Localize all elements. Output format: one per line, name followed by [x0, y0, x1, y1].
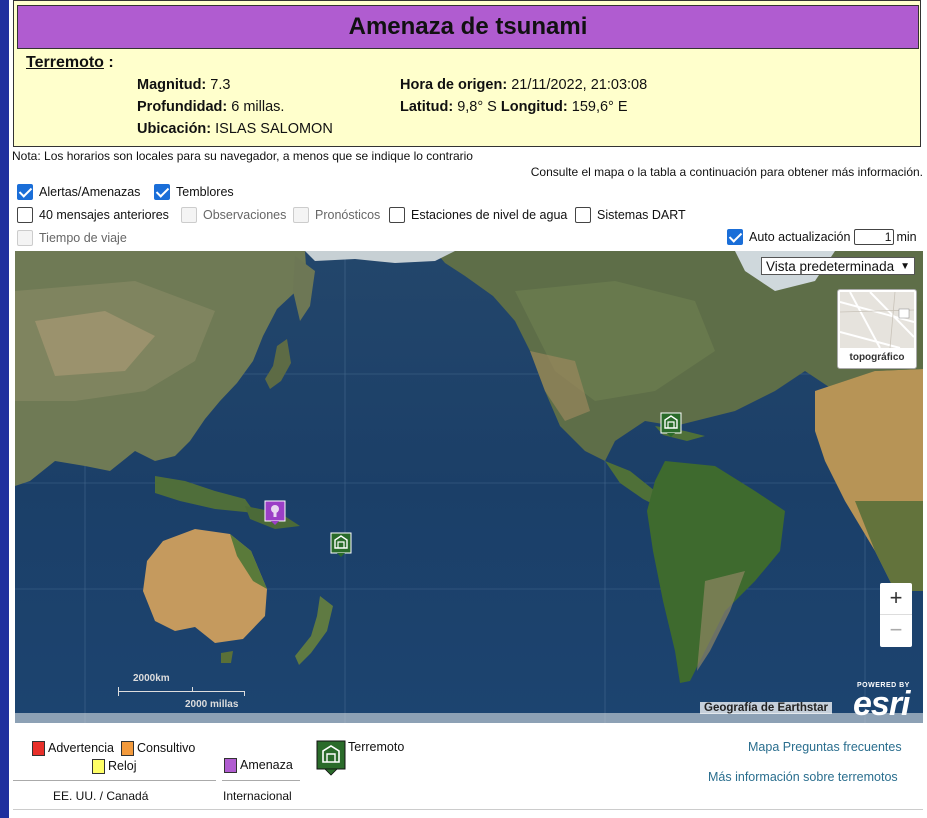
option-dart[interactable]: Sistemas DART [575, 207, 686, 223]
observations-label: Observaciones [203, 208, 287, 222]
legend-watch: Reloj [92, 759, 137, 775]
zoom-in-button[interactable]: + [880, 583, 912, 614]
page-title: Amenaza de tsunami [17, 5, 919, 49]
map-view-select-value: Vista predeterminada [766, 259, 895, 274]
timezone-note: Nota: Los horarios son locales para su n… [12, 149, 473, 163]
refresh-interval-input[interactable]: 1 [854, 229, 895, 245]
event-type-suffix: : [103, 54, 114, 71]
quakes-checkbox[interactable] [154, 184, 170, 200]
earthquake-legend-label: Terremoto [348, 740, 405, 754]
threat-swatch [224, 758, 237, 774]
option-water-stations[interactable]: Estaciones de nivel de agua [389, 207, 567, 223]
forecasts-label: Pronósticos [315, 208, 381, 222]
location-value: ISLAS SALOMON [215, 121, 333, 137]
magnitude-label: Magnitud: [137, 77, 207, 93]
earthquake-marker-icon [660, 412, 682, 437]
warning-swatch [32, 741, 45, 757]
scale-mi: 2000 millas [185, 699, 239, 710]
zoom-out-button[interactable]: − [880, 614, 912, 646]
earthquake-marker-icon [330, 532, 352, 557]
legend-advisory: Consultivo [121, 741, 196, 757]
legend-group-intl: Internacional [223, 789, 292, 803]
zoom-control: + − [880, 583, 912, 647]
earthquake-legend-icon [316, 740, 346, 776]
latitude-label: Latitud: [400, 99, 454, 115]
legend-warning: Advertencia [32, 741, 115, 757]
location-row: Ubicación: ISLAS SALOMON [137, 121, 333, 137]
option-forecasts: Pronósticos [293, 207, 380, 223]
water-stations-label: Estaciones de nivel de agua [411, 208, 568, 222]
dart-checkbox[interactable] [575, 207, 591, 223]
map-attribution: Geografía de Earthstar [700, 702, 832, 714]
advisory-swatch [121, 741, 134, 757]
travel-time-label: Tiempo de viaje [39, 231, 127, 245]
option-prev-messages[interactable]: 40 mensajes anteriores [17, 207, 169, 223]
option-observations: Observaciones [181, 207, 286, 223]
basemap-thumbnail [840, 292, 914, 348]
option-alerts[interactable]: Alertas/Amenazas [17, 184, 140, 200]
travel-time-checkbox [17, 230, 33, 246]
depth-row: Profundidad: 6 millas. [137, 99, 284, 115]
event-type-text: Terremoto [26, 54, 104, 71]
water-stations-checkbox[interactable] [389, 207, 405, 223]
world-map-imagery [15, 251, 923, 723]
chevron-down-icon: ▼ [900, 261, 910, 272]
dart-label: Sistemas DART [597, 208, 686, 222]
faq-link[interactable]: Mapa Preguntas frecuentes [748, 740, 902, 754]
auto-refresh-checkbox[interactable] [727, 229, 743, 245]
latitude-value: 9,8° S [457, 99, 497, 115]
coordinates-row: Latitud: 9,8° S Longitud: 159,6° E [400, 99, 628, 115]
basemap-toggle[interactable]: topográfico [837, 289, 917, 369]
advisory-label: Consultivo [137, 741, 196, 755]
watch-swatch [92, 759, 105, 775]
magnitude-value: 7.3 [210, 77, 231, 93]
warning-label: Advertencia [48, 741, 115, 755]
legend-divider-intl [222, 780, 300, 781]
option-auto-refresh[interactable]: Auto actualización 1 min [727, 229, 917, 245]
map-legend: Advertencia Consultivo Reloj Amenaza EE.… [9, 724, 927, 818]
legend-earthquake [316, 740, 346, 776]
consult-note: Consulte el mapa o la tabla a continuaci… [530, 165, 923, 179]
scale-km: 2000km [133, 673, 170, 684]
threat-marker-icon [264, 500, 286, 525]
legend-bottom-divider [13, 809, 923, 810]
legend-threat: Amenaza [224, 758, 293, 774]
basemap-label: topográfico [849, 352, 905, 363]
esri-logo[interactable]: esri [853, 685, 910, 723]
map-view-select[interactable]: Vista predeterminada ▼ [761, 257, 915, 275]
alerts-label: Alertas/Amenazas [39, 185, 141, 199]
depth-label: Profundidad: [137, 99, 228, 115]
alerts-checkbox[interactable] [17, 184, 33, 200]
depth-value: 6 millas. [231, 99, 285, 115]
location-label: Ubicación: [137, 121, 212, 137]
map-view[interactable]: Vista predeterminada ▼ topográfico + − 2… [15, 251, 923, 723]
origin-time-row: Hora de origen: 21/11/2022, 21:03:08 [400, 77, 647, 93]
quakes-label: Temblores [176, 185, 234, 199]
origin-time-label: Hora de origen: [400, 77, 508, 93]
option-quakes[interactable]: Temblores [154, 184, 234, 200]
watch-label: Reloj [108, 759, 137, 773]
origin-time-value: 21/11/2022, 21:03:08 [511, 77, 648, 93]
prev-messages-label: 40 mensajes anteriores [39, 208, 169, 222]
longitude-value: 159,6° E [571, 99, 628, 115]
auto-refresh-label: Auto actualización [749, 230, 851, 244]
magnitude-row: Magnitud: 7.3 [137, 77, 230, 93]
more-info-link[interactable]: Más información sobre terremotos [708, 770, 898, 784]
option-travel-time: Tiempo de viaje [17, 230, 127, 246]
prev-messages-checkbox[interactable] [17, 207, 33, 223]
event-summary-panel: Amenaza de tsunami Terremoto : Magnitud:… [13, 0, 921, 147]
legend-divider-us [13, 780, 216, 781]
observations-checkbox [181, 207, 197, 223]
refresh-unit: min [896, 230, 917, 244]
page: Amenaza de tsunami Terremoto : Magnitud:… [9, 0, 927, 818]
topo-thumbnail-icon [840, 292, 914, 348]
event-type-label: Terremoto : [26, 54, 114, 72]
threat-label: Amenaza [240, 758, 293, 772]
legend-group-us: EE. UU. / Canadá [53, 789, 149, 803]
scale-bar-mi [118, 691, 245, 696]
forecasts-checkbox [293, 207, 309, 223]
longitude-label: Longitud: [500, 99, 568, 115]
